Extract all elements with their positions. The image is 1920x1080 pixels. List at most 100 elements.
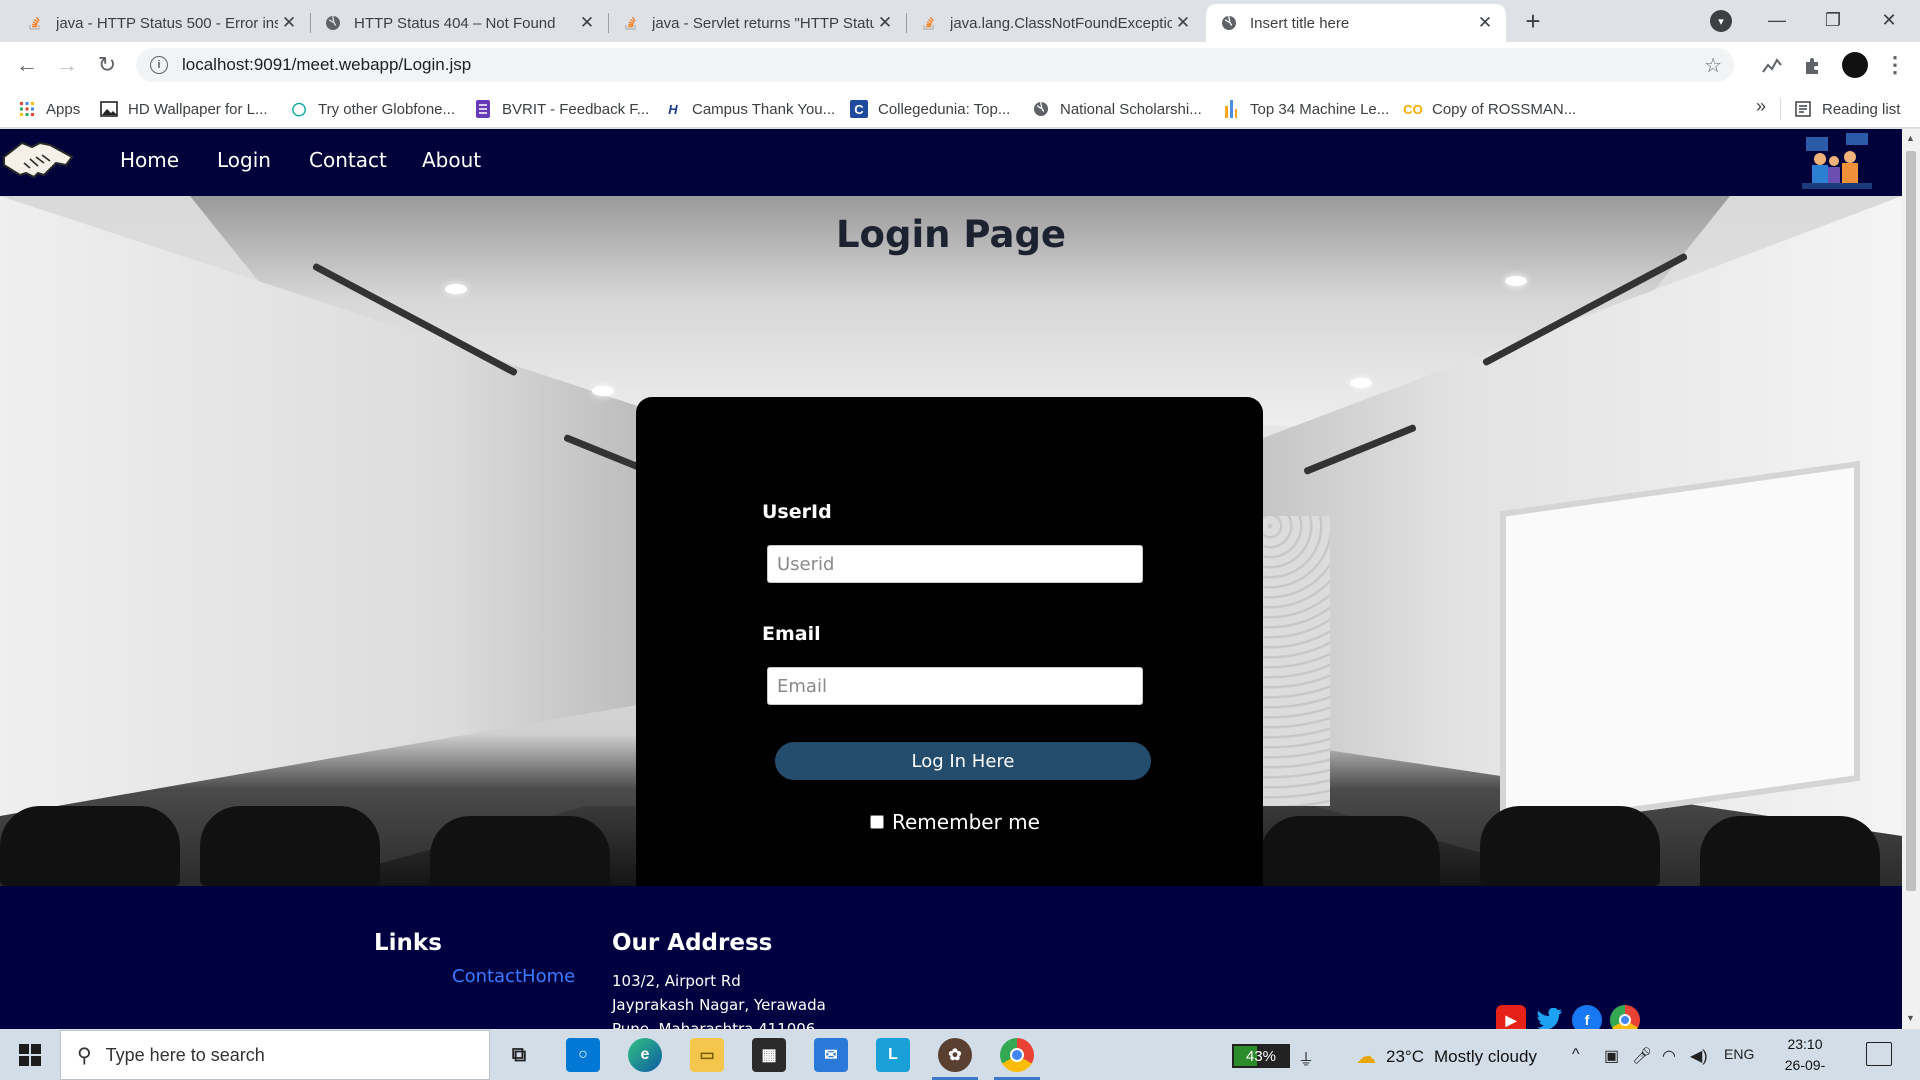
bookmark-label: Apps bbox=[46, 100, 81, 118]
nav-home-link[interactable]: Home bbox=[120, 148, 179, 172]
whiteboard-image bbox=[1500, 460, 1860, 832]
show-hidden-icons-chevron[interactable]: ^ bbox=[1572, 1046, 1580, 1064]
meeting-illustration-icon bbox=[1800, 131, 1874, 193]
mail-icon[interactable]: ✉ bbox=[814, 1038, 848, 1072]
close-tab-icon[interactable]: ✕ bbox=[278, 12, 300, 34]
bookmark-star-icon[interactable]: ☆ bbox=[1704, 53, 1722, 78]
address-line: Jayprakash Nagar, Yerawada bbox=[612, 996, 826, 1014]
weather-widget[interactable]: ☁ 23°C Mostly cloudy bbox=[1356, 1044, 1537, 1069]
chrome-taskbar-icon[interactable] bbox=[1000, 1038, 1034, 1072]
bookmark-label: HD Wallpaper for L... bbox=[128, 100, 268, 118]
bookmark-national-scholarship[interactable]: National Scholarshi... bbox=[1032, 98, 1202, 120]
chrome-icon[interactable] bbox=[1610, 1005, 1640, 1029]
facebook-icon[interactable]: f bbox=[1572, 1005, 1602, 1029]
new-tab-button[interactable]: + bbox=[1518, 6, 1548, 36]
browser-tab[interactable]: HTTP Status 404 – Not Found ✕ bbox=[310, 4, 609, 42]
browser-tab[interactable]: java - HTTP Status 500 - Error ins ✕ bbox=[12, 4, 311, 42]
footer-contact-home-link[interactable]: ContactHome bbox=[452, 966, 575, 987]
battery-indicator[interactable]: 43% bbox=[1232, 1044, 1290, 1068]
chrome-menu-icon[interactable]: ⋮ bbox=[1884, 52, 1906, 78]
charging-plug-icon: ⏚ bbox=[1298, 1052, 1315, 1069]
restore-icon[interactable]: ❐ bbox=[1810, 0, 1856, 40]
tab-title: Insert title here bbox=[1250, 14, 1350, 32]
chart-icon bbox=[1222, 100, 1240, 118]
file-explorer-icon[interactable]: ▭ bbox=[690, 1038, 724, 1072]
bookmark-hd-wallpaper[interactable]: HD Wallpaper for L... bbox=[100, 98, 268, 120]
stackoverflow-icon bbox=[622, 14, 640, 32]
close-tab-icon[interactable]: ✕ bbox=[576, 12, 598, 34]
minimize-icon[interactable]: — bbox=[1754, 0, 1800, 40]
nav-about-link[interactable]: About bbox=[422, 148, 481, 172]
remember-me-label[interactable]: Remember me bbox=[892, 810, 1040, 834]
profile-avatar[interactable] bbox=[1842, 52, 1868, 78]
handshake-logo-icon[interactable] bbox=[2, 133, 74, 189]
bookmark-rossman[interactable]: CO Copy of ROSSMAN... bbox=[1403, 98, 1577, 120]
footer-links-heading: Links bbox=[374, 930, 442, 956]
browser-tab[interactable]: java.lang.ClassNotFoundExceptio ✕ bbox=[906, 4, 1204, 42]
colab-icon: CO bbox=[1403, 101, 1423, 117]
browser-toolbar: ← → ↻ i localhost:9091/meet.webapp/Login… bbox=[0, 42, 1920, 88]
reload-icon[interactable]: ↻ bbox=[92, 50, 122, 80]
email-input[interactable] bbox=[767, 667, 1143, 705]
address-line: Pune, Maharashtra 411006 bbox=[612, 1020, 816, 1029]
edge-browser-icon[interactable]: e bbox=[628, 1038, 662, 1072]
nav-contact-link[interactable]: Contact bbox=[309, 148, 387, 172]
site-navbar: Home Login Contact About bbox=[0, 129, 1902, 196]
forward-icon[interactable]: → bbox=[52, 50, 82, 80]
tab-search-icon[interactable]: ▾ bbox=[1710, 10, 1732, 32]
microphone-icon[interactable]: 🎤︎ bbox=[1632, 1046, 1652, 1066]
more-bookmarks-chevron[interactable]: » bbox=[1756, 96, 1766, 117]
language-indicator[interactable]: ENG bbox=[1724, 1046, 1754, 1062]
cortana-icon[interactable]: ○ bbox=[566, 1038, 600, 1072]
bookmark-apps[interactable]: Apps bbox=[18, 98, 80, 120]
volume-icon[interactable]: ◀) bbox=[1690, 1046, 1708, 1066]
bookmark-label: Copy of ROSSMAN... bbox=[1432, 100, 1577, 118]
tab-title: HTTP Status 404 – Not Found bbox=[354, 14, 556, 32]
close-window-icon[interactable]: ✕ bbox=[1866, 0, 1912, 40]
reading-list-button[interactable]: Reading list bbox=[1794, 98, 1900, 120]
lync-app-icon[interactable]: L bbox=[876, 1038, 910, 1072]
extension-chart-icon[interactable] bbox=[1760, 54, 1784, 78]
scrollbar-thumb[interactable] bbox=[1906, 151, 1916, 891]
bookmark-label: Campus Thank You... bbox=[692, 100, 836, 118]
globe-icon bbox=[1032, 100, 1050, 118]
meet-now-icon[interactable]: ▣ bbox=[1604, 1046, 1619, 1066]
bookmark-label: Top 34 Machine Le... bbox=[1250, 100, 1390, 118]
taskbar-search-box[interactable]: ⚲ Type here to search bbox=[60, 1030, 490, 1080]
url-text[interactable]: localhost:9091/meet.webapp/Login.jsp bbox=[182, 55, 471, 75]
address-bar[interactable]: i localhost:9091/meet.webapp/Login.jsp ☆ bbox=[136, 48, 1734, 82]
site-info-icon[interactable]: i bbox=[150, 56, 168, 74]
nav-login-link[interactable]: Login bbox=[217, 148, 271, 172]
notification-center-icon[interactable] bbox=[1866, 1042, 1892, 1066]
close-tab-icon[interactable]: ✕ bbox=[1474, 12, 1496, 34]
task-view-icon[interactable]: ⧉ bbox=[502, 1038, 536, 1072]
page-title: Login Page bbox=[835, 213, 1067, 256]
app-icon[interactable]: ✿ bbox=[938, 1038, 972, 1072]
bookmark-campus-thank-you[interactable]: H Campus Thank You... bbox=[664, 98, 835, 120]
userid-label: UserId bbox=[762, 501, 832, 523]
userid-input[interactable] bbox=[767, 545, 1143, 583]
remember-me-checkbox[interactable] bbox=[870, 815, 884, 829]
windows-start-icon[interactable] bbox=[0, 1030, 60, 1080]
microsoft-store-icon[interactable]: ▦ bbox=[752, 1038, 786, 1072]
page-scrollbar[interactable]: ▲ ▼ bbox=[1902, 129, 1920, 1029]
close-tab-icon[interactable]: ✕ bbox=[1172, 12, 1194, 34]
wifi-icon[interactable]: ◠ bbox=[1662, 1046, 1676, 1066]
log-in-button[interactable]: Log In Here bbox=[775, 742, 1151, 780]
twitter-icon[interactable] bbox=[1534, 1005, 1564, 1029]
system-clock[interactable]: 23:10 26-09-2021 bbox=[1770, 1034, 1840, 1080]
reading-list-icon bbox=[1794, 100, 1812, 118]
bookmark-top-34-machine[interactable]: Top 34 Machine Le... bbox=[1222, 98, 1389, 120]
bookmark-globfone[interactable]: ◯ Try other Globfone... bbox=[290, 98, 455, 120]
browser-tab-active[interactable]: Insert title here ✕ bbox=[1206, 4, 1506, 42]
browser-tab[interactable]: java - Servlet returns "HTTP Statu ✕ bbox=[608, 4, 907, 42]
image-icon bbox=[100, 100, 118, 118]
youtube-icon[interactable]: ▶ bbox=[1496, 1005, 1526, 1029]
back-icon[interactable]: ← bbox=[12, 50, 42, 80]
tab-title: java.lang.ClassNotFoundExceptio bbox=[950, 14, 1172, 32]
close-tab-icon[interactable]: ✕ bbox=[874, 12, 896, 34]
extensions-puzzle-icon[interactable] bbox=[1800, 54, 1824, 78]
collegedunia-icon: C bbox=[850, 100, 868, 118]
bookmark-bvrit[interactable]: BVRIT - Feedback F... bbox=[474, 98, 649, 120]
bookmark-collegedunia[interactable]: C Collegedunia: Top... bbox=[850, 98, 1010, 120]
